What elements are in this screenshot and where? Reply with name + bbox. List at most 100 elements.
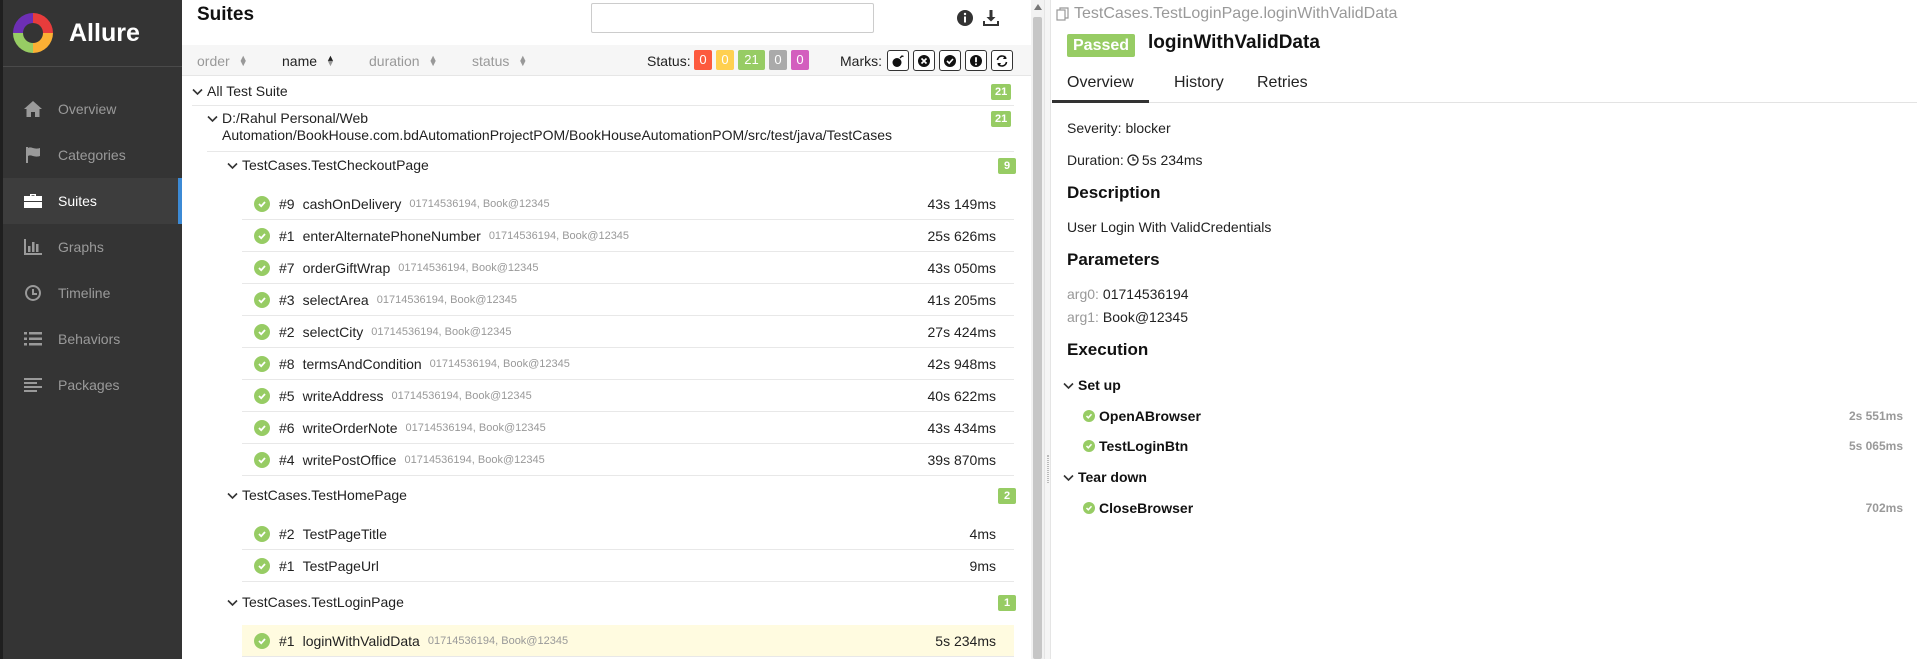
setup-group[interactable]: Set up <box>1063 377 1121 393</box>
table-row[interactable]: #6 writeOrderNote 01714536194, Book@1234… <box>242 412 1014 444</box>
status-broken-toggle[interactable]: 0 <box>716 50 734 70</box>
test-name: selectCity <box>302 323 364 340</box>
table-row[interactable]: #2 TestPageTitle 4ms <box>242 518 1014 550</box>
new-passed-mark-icon[interactable] <box>939 50 961 71</box>
new-failed-mark-icon[interactable] <box>913 50 935 71</box>
sidebar-item-label: Timeline <box>58 285 111 301</box>
step-name: TestLoginBtn <box>1099 438 1189 454</box>
parameter-row: arg1 : Book@12345 <box>1067 309 1188 325</box>
info-icon[interactable] <box>956 9 974 27</box>
table-row[interactable]: #9 cashOnDelivery 01714536194, Book@1234… <box>242 188 1014 220</box>
scrollbar-thumb[interactable] <box>1033 17 1042 659</box>
new-broken-mark-icon[interactable] <box>965 50 987 71</box>
step-duration: 702ms <box>1865 501 1903 515</box>
sidebar-item-label: Behaviors <box>58 331 121 347</box>
tree-node-label: TestCases.TestCheckoutPage <box>242 157 429 173</box>
tab-history[interactable]: History <box>1159 74 1239 103</box>
tree-node-root[interactable]: All Test Suite <box>192 83 288 99</box>
duration-value: 5s 234ms <box>1141 152 1203 168</box>
test-name: writeOrderNote <box>302 419 398 436</box>
test-duration: 4ms <box>969 525 996 542</box>
tree-node-group[interactable]: TestCases.TestHomePage <box>227 487 407 503</box>
step-row[interactable]: TestLoginBtn 5s 065ms <box>1083 438 1903 454</box>
parameter-row: arg0 : 01714536194 <box>1067 286 1189 302</box>
copy-icon[interactable] <box>1056 7 1070 21</box>
download-icon[interactable] <box>982 9 1000 27</box>
chevron-down-icon <box>227 157 240 173</box>
sort-duration-label: duration <box>369 53 420 69</box>
sidebar-item-graphs[interactable]: Graphs <box>3 224 182 270</box>
duration-label: Duration: <box>1067 152 1124 168</box>
step-row[interactable]: CloseBrowser 702ms <box>1083 500 1903 516</box>
param-key: arg0 <box>1067 286 1096 302</box>
table-row[interactable]: #4 writePostOffice 01714536194, Book@123… <box>242 444 1014 476</box>
divider <box>192 105 1014 106</box>
step-row[interactable]: OpenABrowser 2s 551ms <box>1083 408 1903 424</box>
status-unknown-toggle[interactable]: 0 <box>791 50 809 70</box>
sort-name[interactable]: name ▲ ▼ <box>282 53 335 69</box>
table-row[interactable]: #7 orderGiftWrap 01714536194, Book@12345… <box>242 252 1014 284</box>
suites-header: Suites <box>182 0 1031 45</box>
sidebar-item-overview[interactable]: Overview <box>3 86 182 132</box>
tree-node-group[interactable]: TestCases.TestLoginPage <box>227 594 404 610</box>
test-name: selectArea <box>302 291 369 308</box>
test-duration: 43s 434ms <box>927 419 996 436</box>
sidebar-item-label: Suites <box>58 193 97 209</box>
sidebar-item-label: Categories <box>58 147 126 163</box>
test-index: #1 <box>279 227 295 244</box>
param-key: arg1 <box>1067 309 1096 325</box>
table-row[interactable]: #2 selectCity 01714536194, Book@12345 27… <box>242 316 1014 348</box>
passed-check-icon <box>254 419 270 436</box>
chevron-down-icon <box>207 110 220 144</box>
pane-splitter[interactable] <box>1044 0 1051 659</box>
table-row[interactable]: #8 termsAndCondition 01714536194, Book@1… <box>242 348 1014 380</box>
teardown-group[interactable]: Tear down <box>1063 469 1147 485</box>
sort-status[interactable]: status ▲ ▼ <box>472 53 527 69</box>
test-title: loginWithValidData <box>1148 32 1320 53</box>
description-heading: Description <box>1067 183 1161 202</box>
brand[interactable]: Allure <box>3 0 182 67</box>
count-badge: 21 <box>991 111 1012 127</box>
passed-check-icon <box>254 451 270 468</box>
table-row[interactable]: #3 selectArea 01714536194, Book@12345 41… <box>242 284 1014 316</box>
home-icon <box>22 100 44 118</box>
sidebar-item-categories[interactable]: Categories <box>3 132 182 178</box>
retries-mark-icon[interactable] <box>991 50 1013 71</box>
test-duration: 9ms <box>969 557 996 574</box>
test-params: 01714536194, Book@12345 <box>429 357 570 370</box>
status-passed-toggle[interactable]: 21 <box>738 50 765 70</box>
sidebar-item-suites[interactable]: Suites <box>3 178 182 224</box>
status-skipped-toggle[interactable]: 0 <box>769 50 787 70</box>
table-row-selected[interactable]: #1 loginWithValidData 01714536194, Book@… <box>242 625 1014 657</box>
sort-order[interactable]: order ▲ ▼ <box>197 53 248 69</box>
scroll-up-arrow-icon[interactable] <box>1034 4 1042 10</box>
suites-scrollbar[interactable] <box>1031 0 1044 659</box>
drag-handle-icon[interactable] <box>1047 455 1049 483</box>
test-name: writeAddress <box>302 387 384 404</box>
tree-node-path[interactable]: D:/Rahul Personal/Web Automation/BookHou… <box>207 110 892 144</box>
test-index: #7 <box>279 259 295 276</box>
search-input[interactable] <box>591 3 874 33</box>
test-params: 01714536194, Book@12345 <box>409 197 550 210</box>
path-line-2: Automation/BookHouse.com.bdAutomationPro… <box>222 127 892 143</box>
sidebar-item-packages[interactable]: Packages <box>3 362 182 408</box>
chevron-down-icon <box>192 83 205 99</box>
status-failed-toggle[interactable]: 0 <box>694 50 712 70</box>
sort-duration[interactable]: duration ▲ ▼ <box>369 53 438 69</box>
execution-heading: Execution <box>1067 340 1149 359</box>
test-name: termsAndCondition <box>302 355 422 372</box>
param-value: 01714536194 <box>1102 286 1189 302</box>
test-index: #3 <box>279 291 295 308</box>
test-index: #2 <box>279 525 295 542</box>
table-row[interactable]: #1 enterAlternatePhoneNumber 01714536194… <box>242 220 1014 252</box>
count-badge: 21 <box>991 84 1012 100</box>
flaky-mark-icon[interactable] <box>887 50 909 71</box>
sidebar-item-timeline[interactable]: Timeline <box>3 270 182 316</box>
sidebar-item-behaviors[interactable]: Behaviors <box>3 316 182 362</box>
tree-node-group[interactable]: TestCases.TestCheckoutPage <box>227 157 429 173</box>
table-row[interactable]: #5 writeAddress 01714536194, Book@12345 … <box>242 380 1014 412</box>
table-row[interactable]: #1 TestPageUrl 9ms <box>242 550 1014 582</box>
tab-retries[interactable]: Retries <box>1242 74 1323 103</box>
tab-overview[interactable]: Overview <box>1052 74 1149 103</box>
breadcrumb-text[interactable]: TestCases.TestLoginPage.loginWithValidDa… <box>1074 5 1397 23</box>
